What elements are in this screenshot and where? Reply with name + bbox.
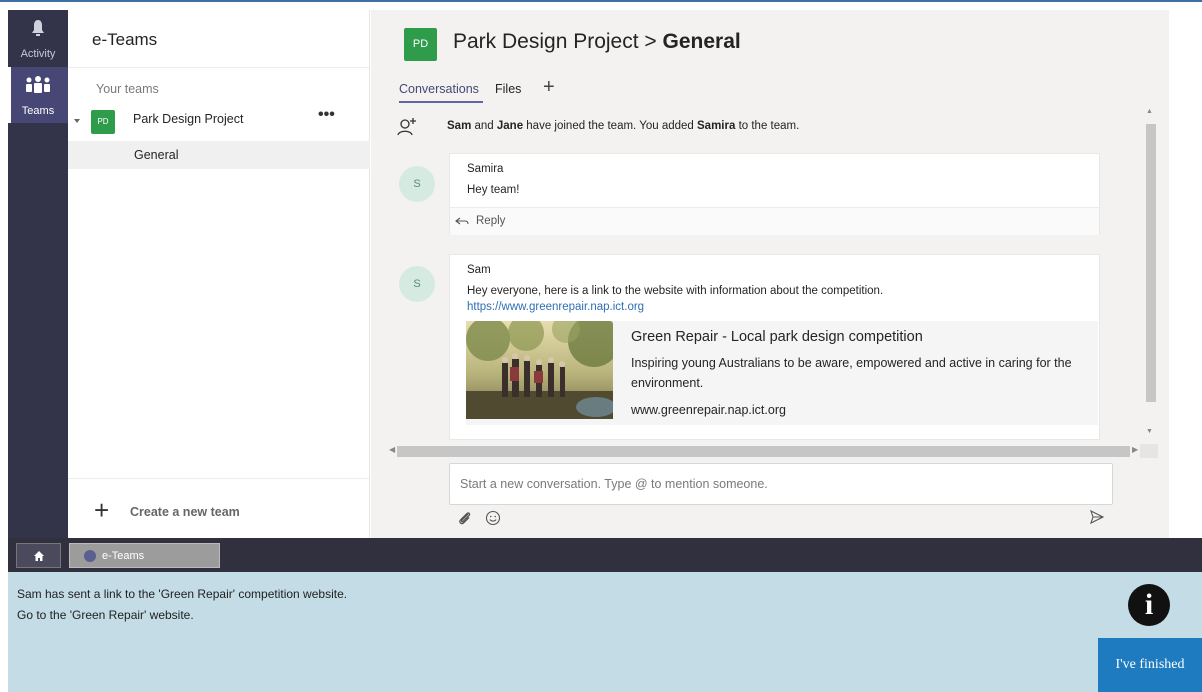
reply-icon: [455, 217, 469, 225]
sidebar-divider: [68, 67, 369, 68]
system-text-and: and: [471, 120, 497, 132]
app-rail: Activity Teams: [8, 10, 68, 538]
more-options-icon[interactable]: •••: [318, 106, 335, 124]
scroll-down-icon[interactable]: ▼: [1146, 428, 1153, 435]
horizontal-scroll-thumb[interactable]: [397, 446, 1130, 457]
message-author: Samira: [467, 163, 504, 175]
avatar[interactable]: S: [399, 266, 435, 302]
preview-url: www.greenrepair.nap.ict.org: [631, 403, 786, 417]
instruction-panel: Sam has sent a link to the 'Green Repair…: [8, 572, 1098, 692]
scroll-right-icon[interactable]: ▶: [1132, 445, 1138, 454]
instruction-line-2: Go to the 'Green Repair' website.: [17, 608, 194, 622]
message-author: Sam: [467, 264, 491, 276]
scroll-up-icon[interactable]: ▲: [1146, 108, 1153, 115]
home-icon: [34, 551, 44, 561]
system-text-end: to the team.: [735, 120, 800, 132]
avatar[interactable]: S: [399, 166, 435, 202]
preview-photo: [466, 321, 613, 419]
rail-label-teams: Teams: [21, 105, 55, 117]
system-name-1: Sam: [447, 120, 472, 132]
horizontal-scrollbar[interactable]: ◀ ▶: [389, 444, 1141, 458]
emoji-icon[interactable]: [485, 510, 501, 531]
compose-input[interactable]: [450, 464, 1112, 504]
system-message-text: Sam and Jane have joined the team. You a…: [447, 120, 799, 132]
channel-title-channel: General: [662, 30, 741, 53]
system-message: Sam and Jane have joined the team. You a…: [397, 116, 1137, 136]
channel-name: General: [134, 148, 179, 162]
rail-item-activity[interactable]: Activity: [8, 10, 68, 66]
your-teams-heading: Your teams: [96, 82, 159, 96]
attach-icon[interactable]: [457, 510, 473, 531]
scroll-left-icon[interactable]: ◀: [389, 445, 395, 454]
add-tab-button[interactable]: +: [543, 76, 555, 99]
tab-files[interactable]: Files: [495, 82, 521, 96]
message-text: Hey team!: [467, 184, 520, 196]
channel-item-general[interactable]: General: [68, 141, 370, 169]
active-tab-indicator: [399, 101, 483, 103]
chevron-down-icon[interactable]: [74, 119, 80, 123]
instruction-line-1: Sam has sent a link to the 'Green Repair…: [17, 587, 348, 601]
team-name: Park Design Project: [133, 112, 244, 126]
sidebar-bottom-divider: [68, 478, 369, 479]
channel-main: PD Park Design Project > General Convers…: [371, 10, 1169, 538]
finish-button[interactable]: I've finished: [1098, 638, 1202, 692]
link-preview-card[interactable]: Green Repair - Local park design competi…: [466, 321, 1098, 425]
system-name-2: Jane: [496, 120, 524, 132]
preview-image: [466, 321, 613, 419]
compose-box[interactable]: [449, 463, 1113, 505]
taskbar: e-Teams: [8, 538, 1202, 572]
bell-icon: [32, 20, 44, 36]
rail-item-teams[interactable]: Teams: [8, 67, 68, 123]
top-border: [0, 0, 1202, 10]
rail-label-activity: Activity: [20, 48, 56, 60]
tab-conversations[interactable]: Conversations: [399, 82, 479, 96]
channel-title-team: Park Design Project >: [453, 30, 663, 53]
eteams-app-icon: [84, 550, 96, 562]
vertical-scrollbar[interactable]: ▲ ▼: [1141, 106, 1159, 444]
preview-title: Green Repair - Local park design competi…: [631, 329, 923, 345]
message-link[interactable]: https://www.greenrepair.nap.ict.org: [467, 301, 644, 313]
message-text: Hey everyone, here is a link to the webs…: [467, 285, 884, 297]
team-avatar: PD: [91, 110, 115, 134]
reply-label: Reply: [476, 215, 506, 227]
home-button[interactable]: [16, 543, 61, 568]
channel-title: Park Design Project > General: [453, 30, 741, 54]
sidebar-title: e-Teams: [92, 30, 158, 49]
plus-icon: +: [94, 495, 110, 525]
add-person-icon: [397, 118, 416, 136]
teams-icon: [26, 76, 50, 93]
scrollbar-corner: [1140, 444, 1158, 458]
instruction-side-panel: i I've finished: [1098, 572, 1202, 692]
teams-sidebar: e-Teams Your teams PD Park Design Projec…: [68, 10, 370, 538]
team-item-park-design-project[interactable]: PD Park Design Project •••: [68, 106, 370, 136]
send-icon[interactable]: [1089, 509, 1105, 530]
info-icon[interactable]: i: [1128, 584, 1170, 626]
vertical-scroll-thumb[interactable]: [1146, 124, 1156, 402]
system-name-3: Samira: [697, 120, 736, 132]
channel-avatar: PD: [404, 28, 437, 61]
taskbar-app-label: e-Teams: [102, 550, 145, 562]
create-team-label: Create a new team: [130, 505, 240, 519]
app-window: Activity Teams e-Teams Your teams PD Par…: [0, 0, 1202, 692]
taskbar-app-eteams[interactable]: e-Teams: [69, 543, 220, 568]
message-card: Sam Hey everyone, here is a link to the …: [449, 254, 1100, 440]
reply-button[interactable]: Reply: [450, 207, 1099, 235]
system-text-mid: have joined the team. You added: [523, 120, 698, 132]
message-card: Samira Hey team! Reply: [449, 153, 1100, 235]
preview-description: Inspiring young Australians to be aware,…: [631, 356, 1072, 390]
